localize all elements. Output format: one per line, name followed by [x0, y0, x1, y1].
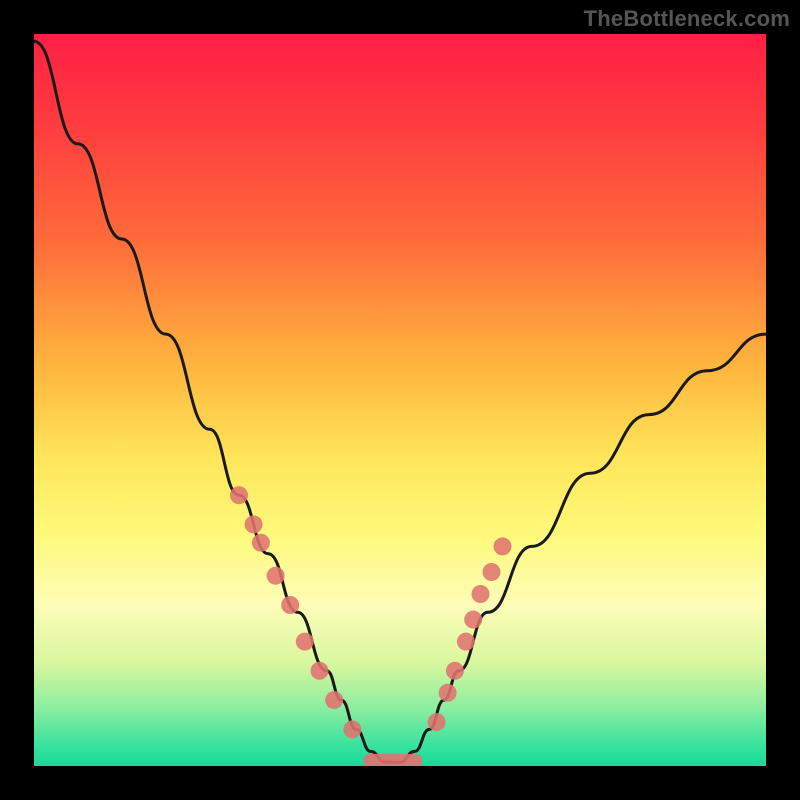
watermark-text: TheBottleneck.com — [584, 6, 790, 32]
chart-frame: TheBottleneck.com — [0, 0, 800, 800]
plot-background-gradient — [34, 34, 766, 766]
